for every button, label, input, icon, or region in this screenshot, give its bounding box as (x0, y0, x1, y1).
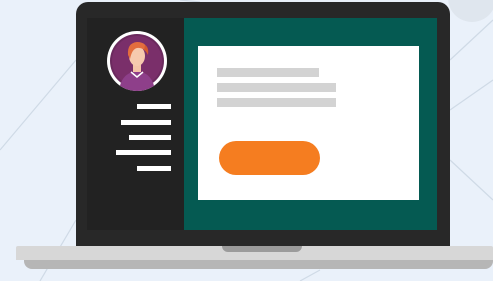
menu-line-2 (121, 120, 171, 125)
laptop-base-shadow (24, 260, 493, 269)
laptop-notch (222, 246, 302, 252)
cta-button[interactable] (219, 141, 320, 175)
menu-line-4 (116, 150, 171, 155)
menu-line-1 (137, 104, 171, 109)
text-placeholder-line-3 (217, 98, 336, 107)
text-placeholder-line-2 (217, 83, 336, 92)
menu-line-5 (137, 166, 171, 171)
user-avatar-icon[interactable] (107, 31, 167, 91)
menu-line-3 (129, 135, 171, 140)
text-placeholder-line-1 (217, 68, 319, 77)
